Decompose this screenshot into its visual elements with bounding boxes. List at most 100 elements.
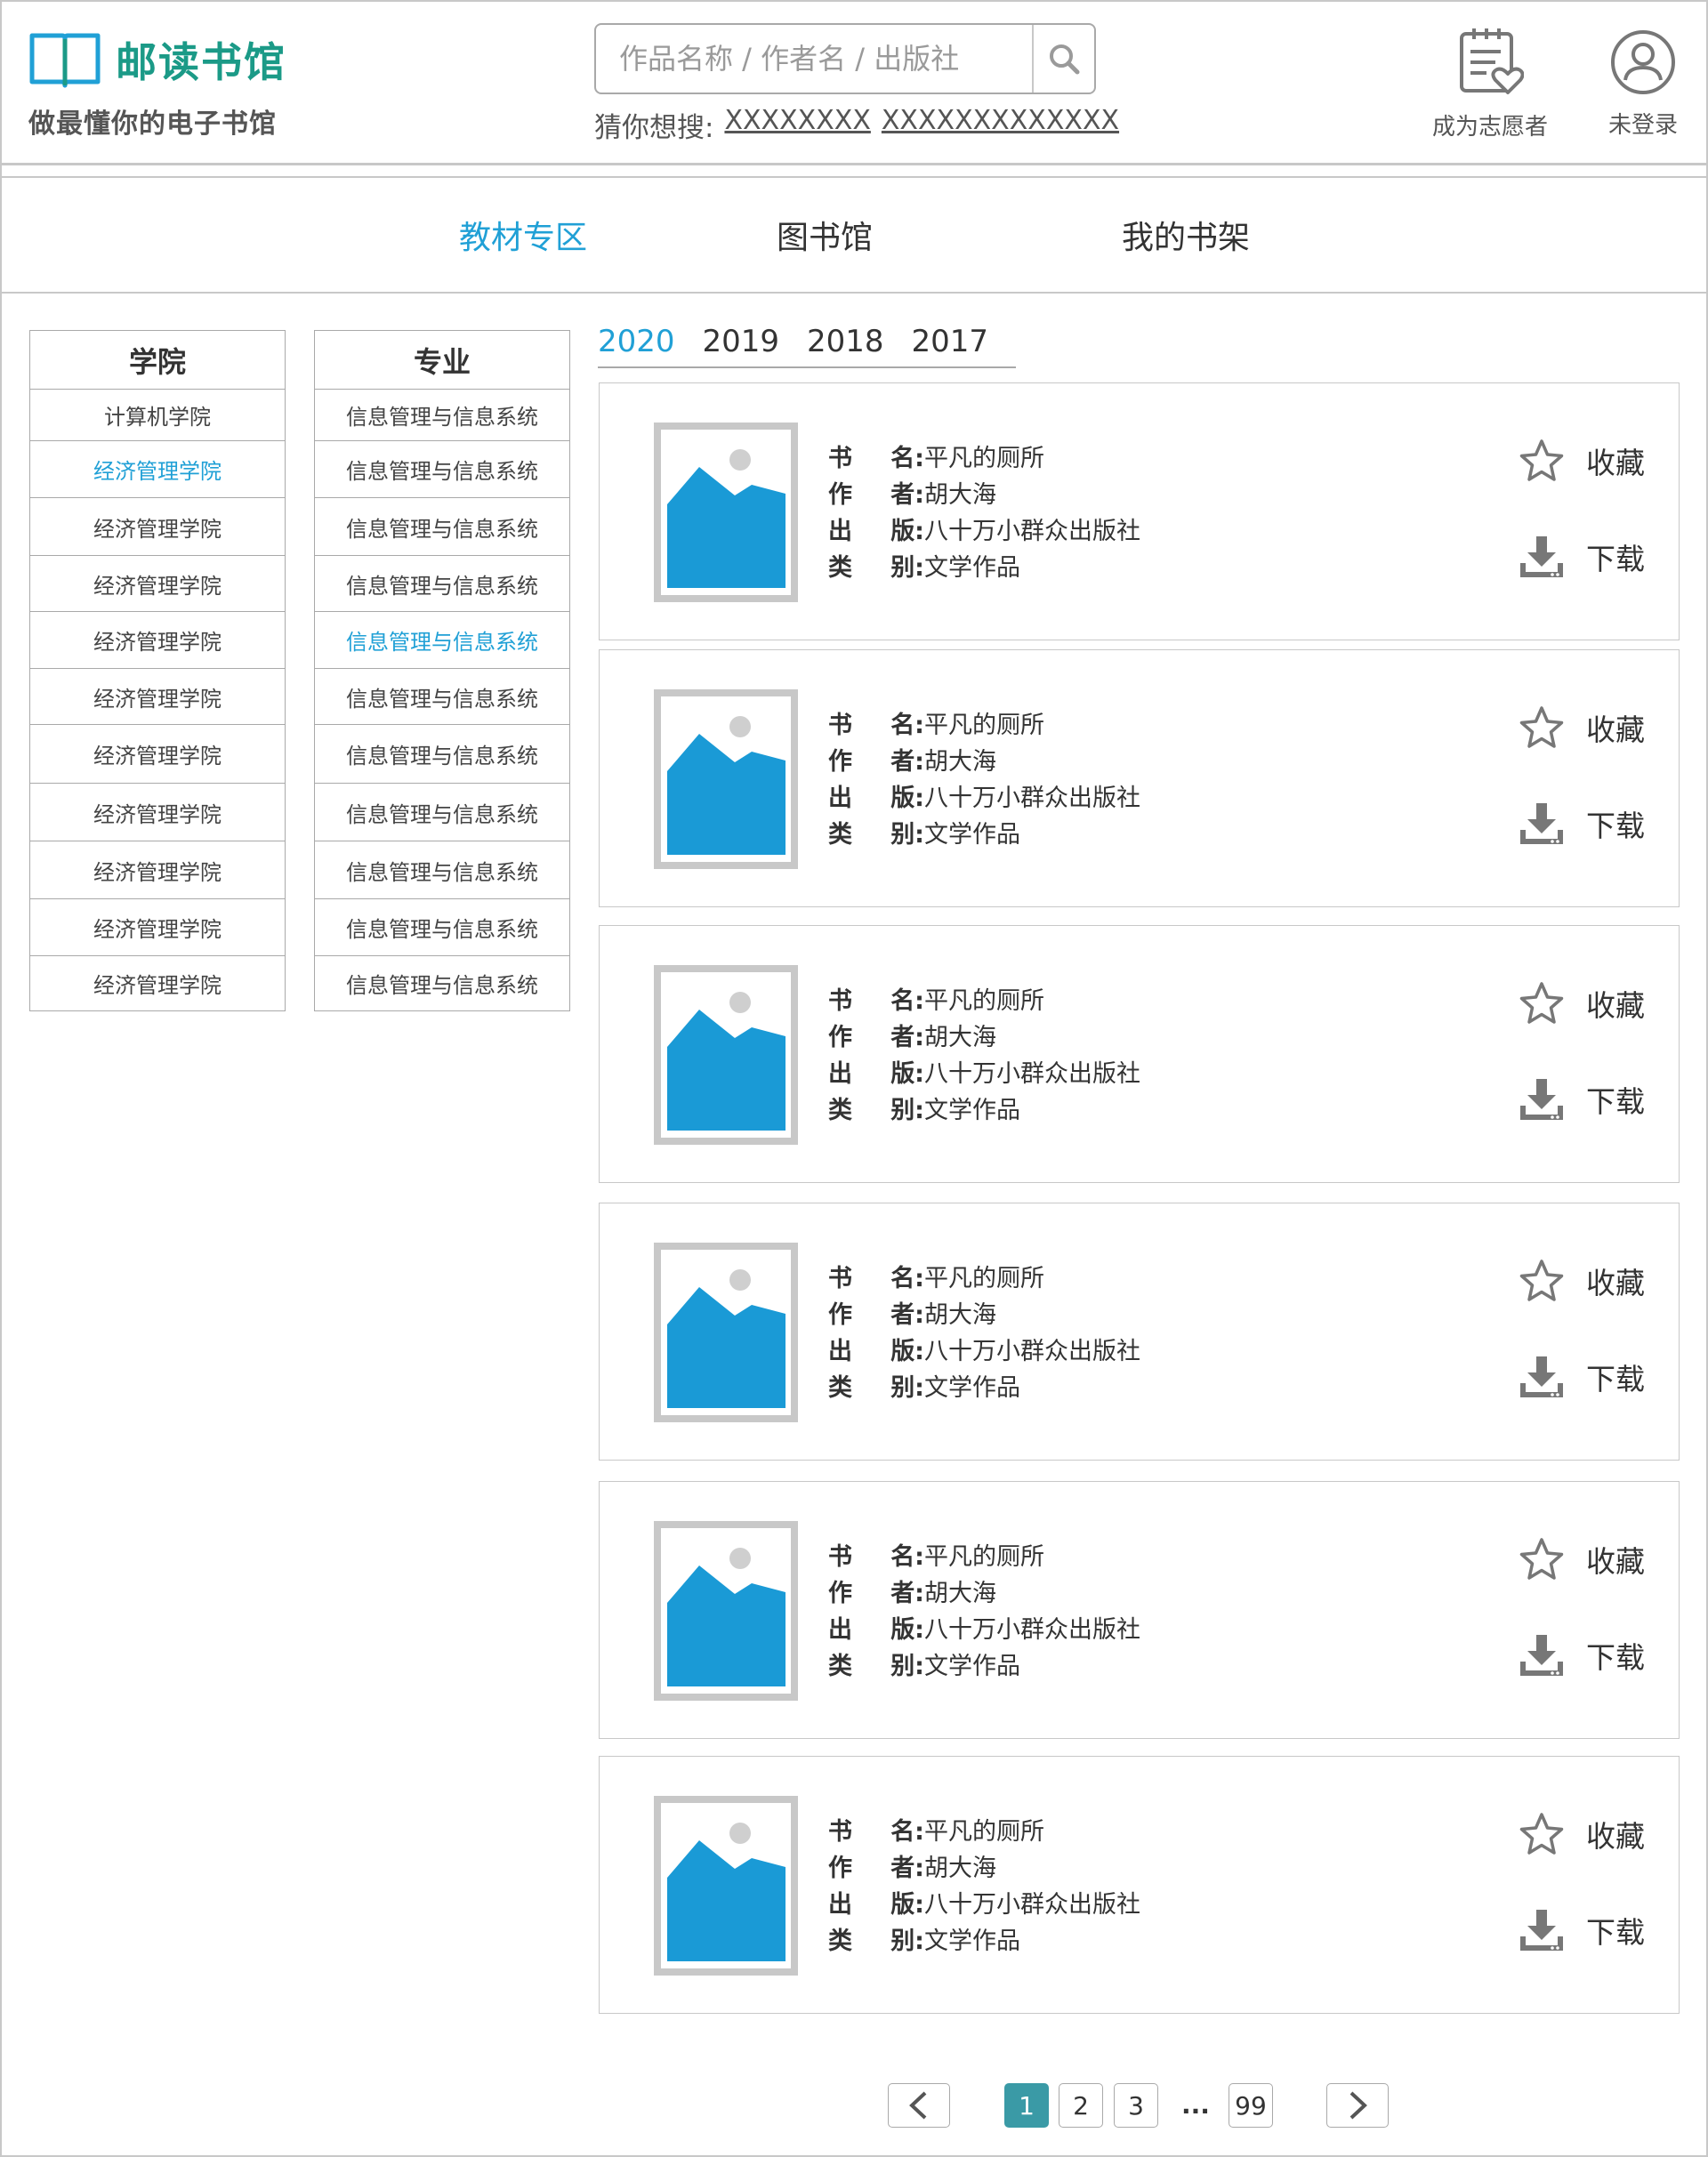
favorite-button[interactable]: 收藏 (1519, 1812, 1645, 1856)
download-button[interactable]: 下载 (1519, 1355, 1645, 1399)
book-publisher-row: 出版: 八十万小群众出版社 (828, 1887, 1140, 1923)
star-icon (1519, 439, 1564, 481)
book-card: 书名: 平凡的厕所 作者: 胡大海 出版: 八十万小群众出版社 类别: 文学作品… (599, 649, 1680, 907)
volunteer-clipboard-heart-icon (1460, 28, 1524, 94)
nav-library[interactable]: 图书馆 (777, 212, 873, 258)
suggest-link[interactable]: XXXXXXXXXXXXX (882, 105, 1119, 145)
book-cover-image[interactable] (654, 689, 798, 869)
page-number[interactable]: 1 (1004, 2083, 1049, 2128)
college-item[interactable]: 经济管理学院 (30, 498, 285, 556)
suggest-label: 猜你想搜: (594, 112, 714, 144)
book-cover-image[interactable] (654, 1796, 798, 1976)
book-cover-image[interactable] (654, 423, 798, 602)
download-button[interactable]: 下载 (1519, 801, 1645, 846)
major-item[interactable]: 信息管理与信息系统 (315, 784, 569, 841)
book-name-key: 书名: (828, 1265, 924, 1292)
search-button[interactable] (1032, 25, 1094, 93)
volunteer-button[interactable]: 成为志愿者 (1432, 25, 1548, 141)
download-button[interactable]: 下载 (1519, 1908, 1645, 1952)
major-item[interactable]: 信息管理与信息系统 (315, 556, 569, 612)
nav-my-bookshelf[interactable]: 我的书架 (1122, 212, 1250, 258)
tab-year[interactable]: 2017 (912, 324, 1017, 366)
book-cover-image[interactable] (654, 1243, 798, 1422)
tab-year[interactable]: 2019 (703, 324, 808, 366)
college-table: 学院 计算机学院 经济管理学院 经济管理学院 经济管理学院 经济管理学院 经济管… (29, 330, 286, 1011)
favorite-button[interactable]: 收藏 (1519, 705, 1645, 750)
next-page-button[interactable] (1326, 2083, 1389, 2128)
search-input[interactable] (596, 25, 1032, 93)
book-card: 书名: 平凡的厕所 作者: 胡大海 出版: 八十万小群众出版社 类别: 文学作品… (599, 1203, 1680, 1461)
logo[interactable]: 邮读书馆 (28, 30, 286, 89)
book-name-key: 书名: (828, 712, 924, 739)
download-button[interactable]: 下载 (1519, 1633, 1645, 1678)
book-cover-image[interactable] (654, 1521, 798, 1701)
college-item[interactable]: 经济管理学院 (30, 441, 285, 498)
book-author-row: 作者: 胡大海 (828, 1019, 1140, 1056)
book-category: 文学作品 (924, 1374, 1020, 1402)
favorite-button[interactable]: 收藏 (1519, 981, 1645, 1026)
book-publisher: 八十万小群众出版社 (924, 785, 1140, 812)
book-category: 文学作品 (924, 821, 1020, 849)
major-header: 专业 (315, 331, 569, 390)
major-item[interactable]: 信息管理与信息系统 (315, 441, 569, 498)
login-button[interactable]: 未登录 (1608, 28, 1678, 140)
book-publisher-row: 出版: 八十万小群众出版社 (828, 1056, 1140, 1092)
download-button[interactable]: 下载 (1519, 535, 1645, 579)
page-number[interactable]: 2 (1059, 2083, 1103, 2128)
book-author-key: 作者: (828, 1855, 924, 1882)
major-item[interactable]: 信息管理与信息系统 (315, 390, 569, 441)
book-publisher-key: 出版: (828, 1616, 924, 1644)
college-item[interactable]: 经济管理学院 (30, 612, 285, 669)
college-item[interactable]: 经济管理学院 (30, 784, 285, 841)
book-publisher-row: 出版: 八十万小群众出版社 (828, 1333, 1140, 1370)
major-item[interactable]: 信息管理与信息系统 (315, 725, 569, 784)
college-item[interactable]: 经济管理学院 (30, 899, 285, 956)
page-number[interactable]: 3 (1114, 2083, 1158, 2128)
college-item[interactable]: 经济管理学院 (30, 669, 285, 725)
favorite-button[interactable]: 收藏 (1519, 1537, 1645, 1582)
prev-page-button[interactable] (888, 2083, 950, 2128)
book-author: 胡大海 (924, 748, 996, 776)
college-item[interactable]: 经济管理学院 (30, 556, 285, 612)
book-name-row: 书名: 平凡的厕所 (828, 1539, 1140, 1575)
book-card: 书名: 平凡的厕所 作者: 胡大海 出版: 八十万小群众出版社 类别: 文学作品… (599, 925, 1680, 1183)
book-author-row: 作者: 胡大海 (828, 1850, 1140, 1887)
book-name-row: 书名: 平凡的厕所 (828, 983, 1140, 1019)
book-name-row: 书名: 平凡的厕所 (828, 1260, 1140, 1297)
favorite-label: 收藏 (1586, 1819, 1645, 1854)
download-button[interactable]: 下载 (1519, 1077, 1645, 1122)
major-item[interactable]: 信息管理与信息系统 (315, 841, 569, 899)
favorite-button[interactable]: 收藏 (1519, 1259, 1645, 1303)
college-item[interactable]: 经济管理学院 (30, 725, 285, 784)
book-category-row: 类别: 文学作品 (828, 817, 1140, 853)
nav-textbook-zone[interactable]: 教材专区 (459, 212, 587, 258)
major-item[interactable]: 信息管理与信息系统 (315, 498, 569, 556)
main-nav: 教材专区 图书馆 我的书架 (0, 176, 1708, 294)
book-cover-image[interactable] (654, 965, 798, 1145)
suggested-searches: 猜你想搜: XXXXXXXX XXXXXXXXXXXXX (594, 105, 1119, 145)
college-item[interactable]: 经济管理学院 (30, 956, 285, 1010)
download-icon (1520, 803, 1563, 844)
tab-year[interactable]: 2018 (807, 324, 912, 366)
book-publisher-key: 出版: (828, 518, 924, 545)
page-number[interactable]: 99 (1229, 2083, 1273, 2128)
book-category-row: 类别: 文学作品 (828, 1648, 1140, 1685)
major-item[interactable]: 信息管理与信息系统 (315, 899, 569, 956)
download-label: 下载 (1586, 1915, 1645, 1950)
major-item[interactable]: 信息管理与信息系统 (315, 612, 569, 669)
suggest-link[interactable]: XXXXXXXX (724, 105, 870, 145)
major-item[interactable]: 信息管理与信息系统 (315, 956, 569, 1010)
download-label: 下载 (1586, 1362, 1645, 1396)
tab-year[interactable]: 2020 (598, 324, 703, 366)
image-placeholder-icon (654, 1521, 798, 1701)
year-tabs: 2020 2019 2018 2017 (598, 324, 1016, 368)
book-name: 平凡的厕所 (924, 987, 1044, 1015)
favorite-button[interactable]: 收藏 (1519, 439, 1645, 483)
book-category-row: 类别: 文学作品 (828, 1370, 1140, 1406)
book-name-key: 书名: (828, 445, 924, 472)
book-name-key: 书名: (828, 1543, 924, 1571)
college-item[interactable]: 计算机学院 (30, 390, 285, 441)
major-item[interactable]: 信息管理与信息系统 (315, 669, 569, 725)
image-placeholder-icon (654, 423, 798, 602)
college-item[interactable]: 经济管理学院 (30, 841, 285, 899)
